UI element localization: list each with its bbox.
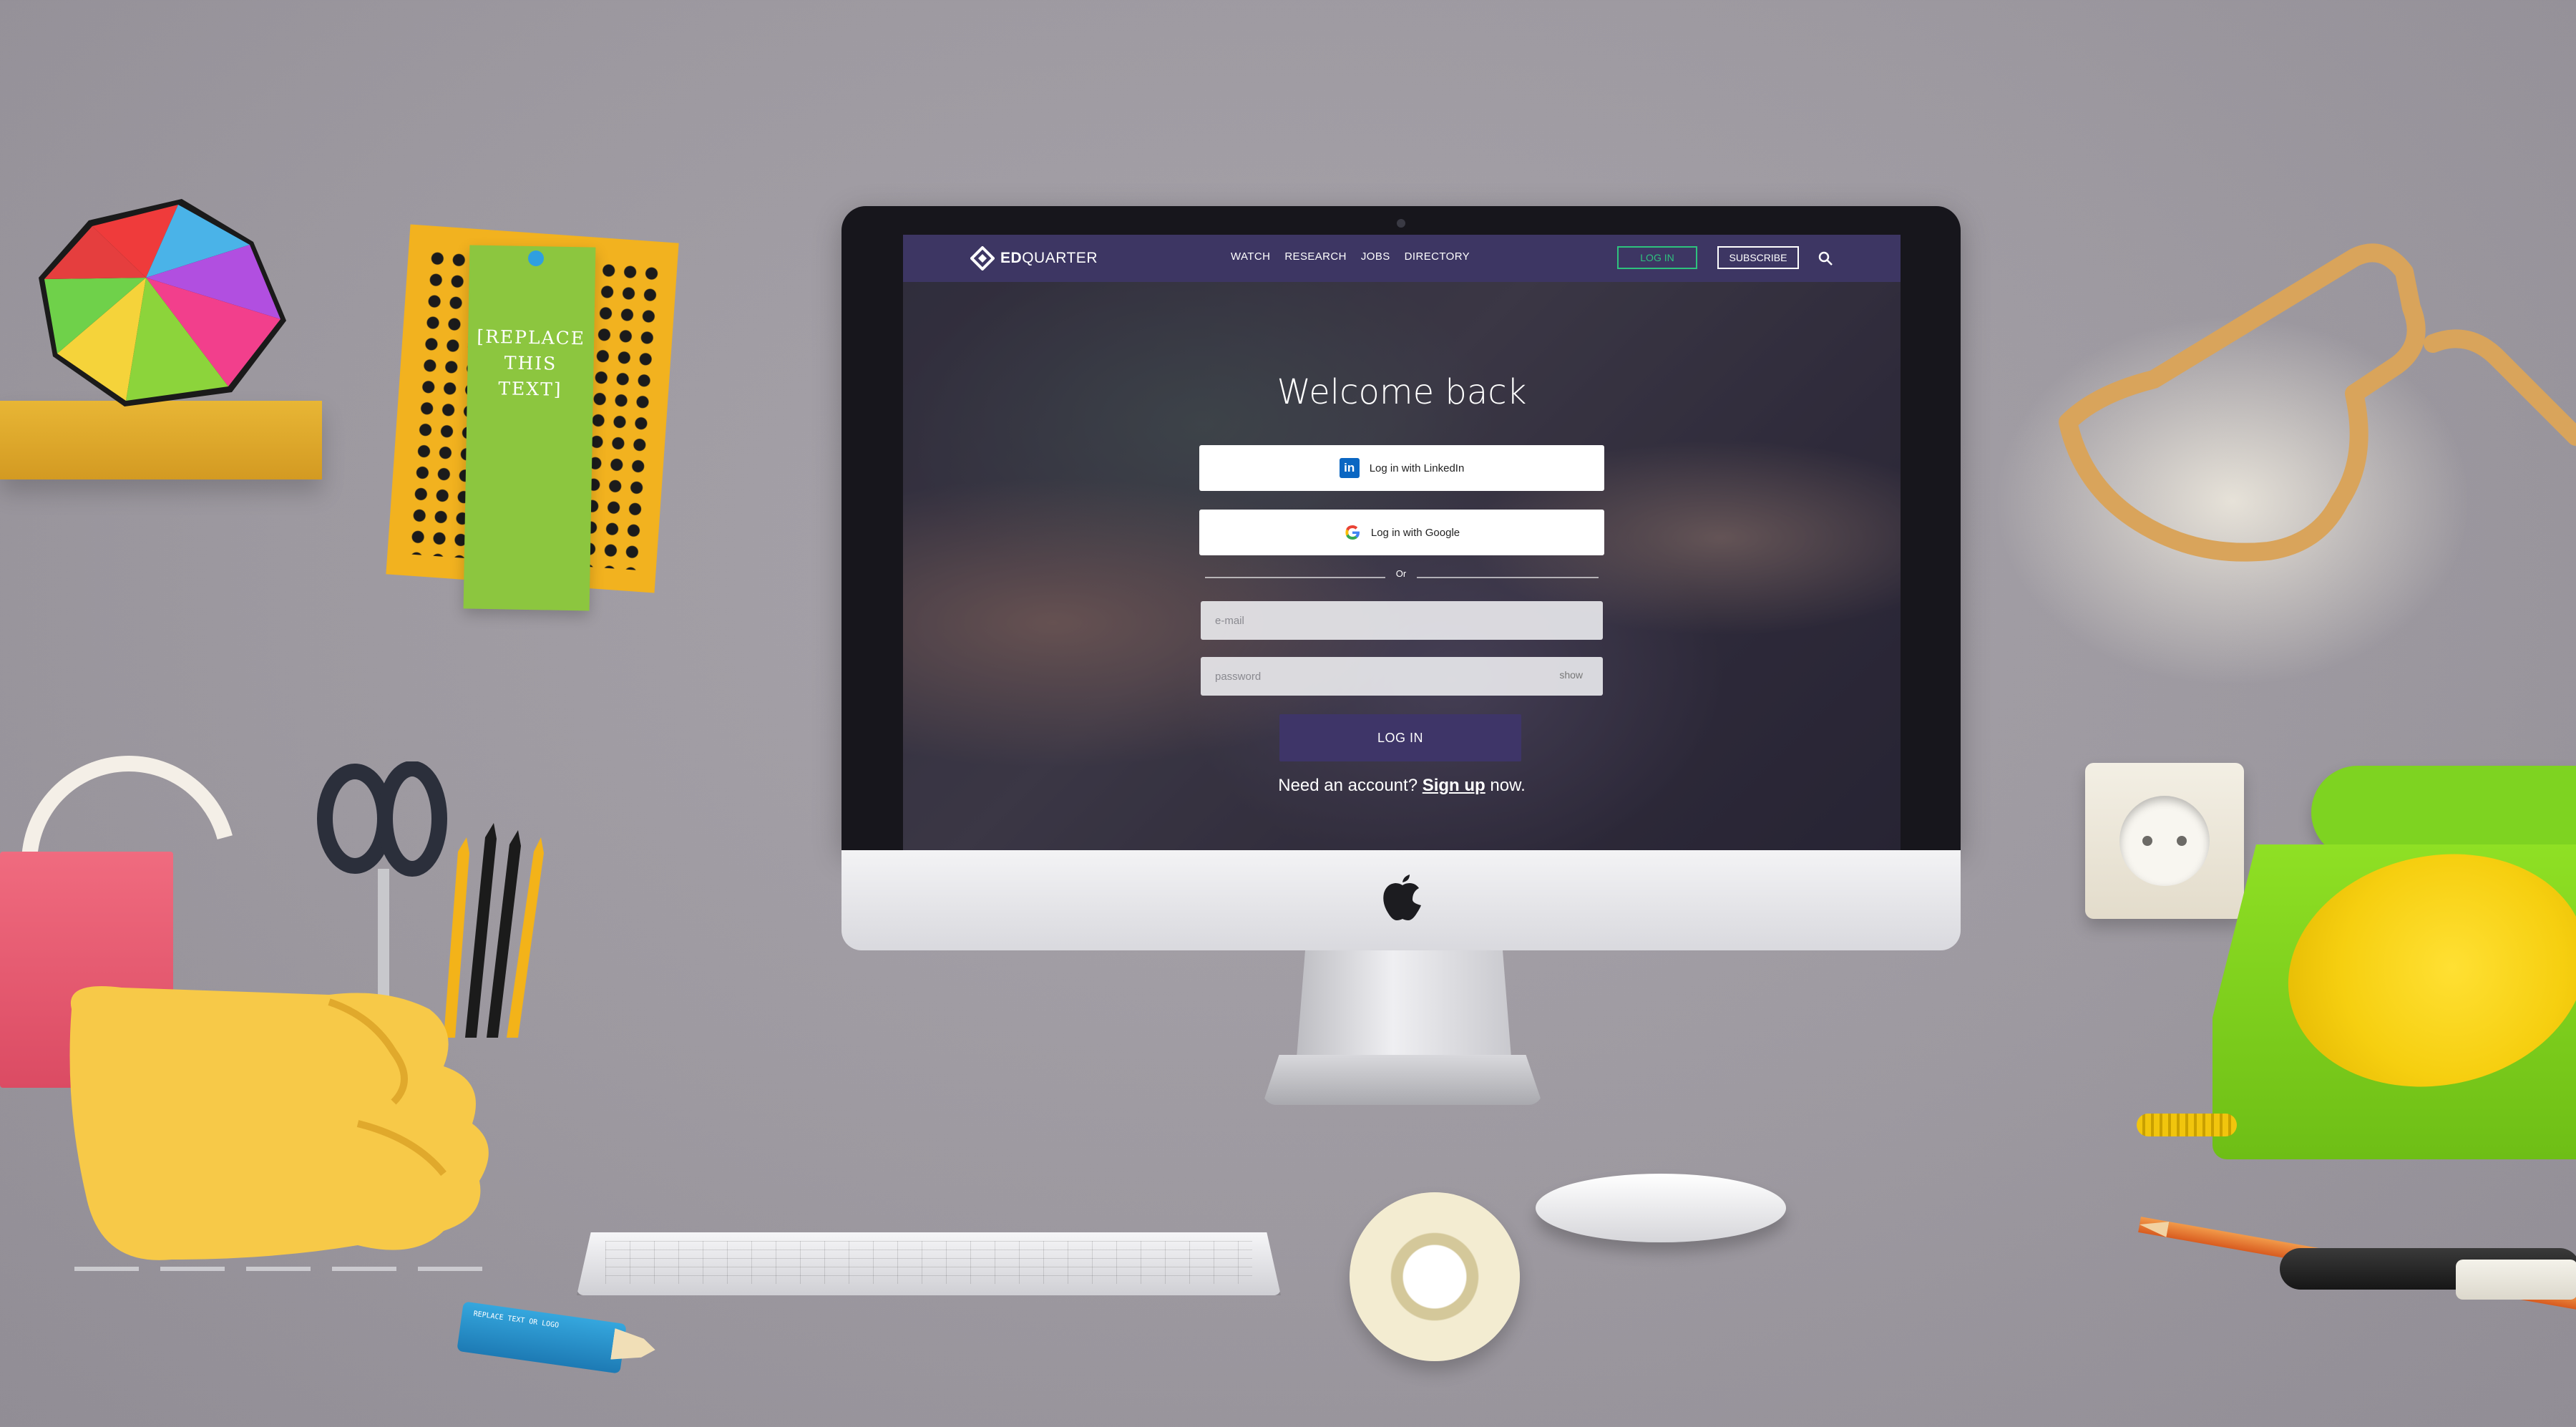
nav-login-button[interactable]: LOG IN [1617,246,1697,269]
google-login-button[interactable]: Log in with Google [1199,510,1604,555]
search-icon[interactable] [1818,250,1833,266]
signup-suffix: now. [1490,776,1526,795]
bookmark-text: [REPLACE THIS TEXT] [467,323,595,403]
email-placeholder: e-mail [1215,614,1244,627]
camera-icon [1397,219,1405,228]
hero-overlay [903,282,1901,850]
bookmark-line-1: [REPLACE [477,326,586,349]
keyboard [577,1232,1281,1295]
google-icon [1345,525,1360,540]
geometric-gem-decoration [39,199,286,406]
logo-text: EDQUARTER [1000,250,1098,266]
wall-socket [2085,763,2244,919]
divider-line-right [1417,577,1599,578]
nav-jobs[interactable]: JOBS [1361,250,1390,263]
password-field[interactable]: password show [1201,657,1603,696]
welcome-heading: Welcome back [1277,372,1527,412]
bookmark-line-3: TEXT] [498,378,562,400]
imac-stand-neck [1297,950,1511,1058]
nav-watch[interactable]: WATCH [1231,250,1270,263]
signup-link[interactable]: Sign up [1423,776,1485,795]
eraser [2456,1260,2576,1300]
blue-marker: REPLACE TEXT OR LOGO [457,1301,627,1374]
password-placeholder: password [1215,670,1262,683]
nav-links: WATCH RESEARCH JOBS DIRECTORY [1231,250,1470,263]
navbar: EDQUARTER WATCH RESEARCH JOBS DIRECTORY … [903,235,1901,282]
phone-cord [2137,1114,2237,1136]
divider-line-left [1205,577,1385,578]
marker-label: REPLACE TEXT OR LOGO [472,1310,560,1330]
screen: EDQUARTER WATCH RESEARCH JOBS DIRECTORY … [903,235,1901,850]
nav-directory[interactable]: DIRECTORY [1405,250,1470,263]
imac-stand-foot [1262,1055,1543,1105]
email-field[interactable]: e-mail [1201,601,1603,640]
signup-line: Need an account? Sign up now. [903,776,1901,796]
paperclips [74,1267,489,1285]
login-submit-button[interactable]: LOG IN [1279,714,1521,761]
push-pin-icon [528,250,544,266]
signup-prefix: Need an account? [1278,776,1418,795]
show-password-toggle[interactable]: show [1559,669,1583,681]
bookmark-green: [REPLACE THIS TEXT] [463,245,596,611]
google-login-label: Log in with Google [1370,526,1460,539]
edquarter-logo-icon [970,246,995,271]
nav-research[interactable]: RESEARCH [1284,250,1347,263]
mouse [1536,1174,1786,1242]
linkedin-icon: in [1339,458,1360,478]
divider-or: Or [1395,568,1407,579]
nav-subscribe-button[interactable]: SUBSCRIBE [1717,246,1799,269]
apple-icon [1383,875,1421,920]
linkedin-login-label: Log in with LinkedIn [1369,462,1465,474]
tape-roll [1350,1192,1520,1361]
site-logo[interactable]: EDQUARTER [970,246,1098,271]
linkedin-login-button[interactable]: in Log in with LinkedIn [1199,445,1604,491]
lamp-icon [2059,243,2576,562]
bookmark-line-2: THIS [504,352,557,374]
shelf [0,401,322,479]
yellow-hand-sculpture [69,986,489,1260]
